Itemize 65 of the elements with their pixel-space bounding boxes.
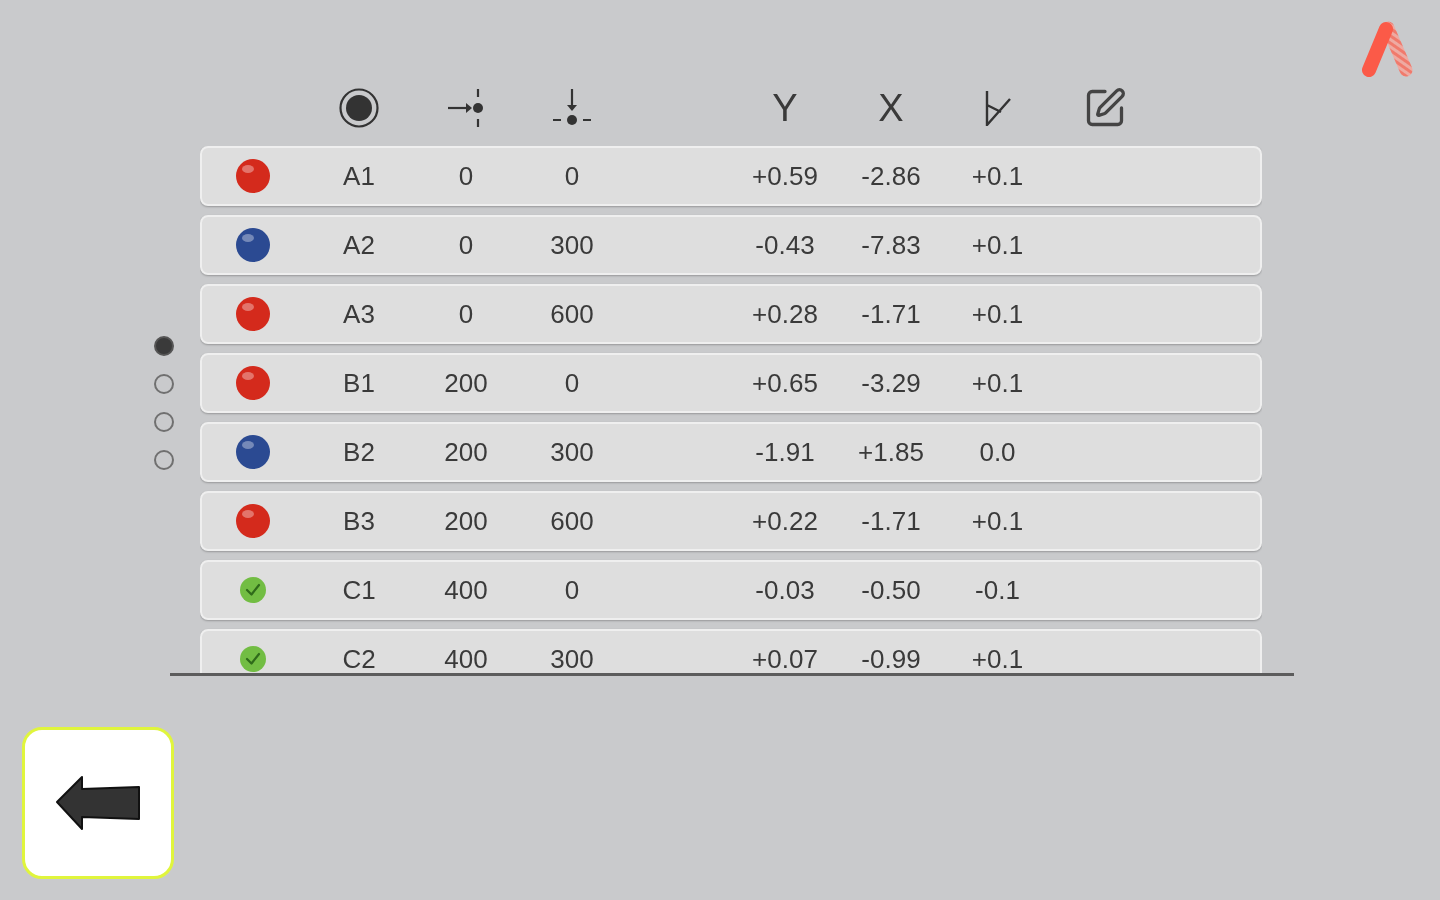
table-cell: -1.71 — [861, 508, 921, 534]
table-cell: 200 — [444, 370, 488, 396]
logo-icon — [1360, 20, 1414, 78]
table-cell: +0.1 — [971, 301, 1024, 327]
target-icon — [339, 88, 379, 128]
table-cell: A1 — [343, 163, 375, 189]
table-cell: B1 — [343, 370, 375, 396]
table-cell: -0.99 — [861, 646, 921, 672]
table-row[interactable]: B1 200 0 +0.65 -3.29 +0.1 — [200, 353, 1262, 413]
table-cell: 0 — [564, 577, 580, 603]
table-cell: -0.03 — [755, 577, 815, 603]
table-row[interactable]: C2 400 300 +0.07 -0.99 +0.1 — [200, 629, 1262, 673]
table-row[interactable]: A1 0 0 +0.59 -2.86 +0.1 — [200, 146, 1262, 206]
table-row[interactable]: A3 0 600 +0.28 -1.71 +0.1 — [200, 284, 1262, 344]
table-cell: 400 — [444, 646, 488, 672]
table-cell: +0.1 — [971, 370, 1024, 396]
table-cell: 0 — [458, 232, 474, 258]
right-arrow-dot-icon — [446, 88, 486, 128]
table-cell: 0 — [458, 301, 474, 327]
column-header: Y — [772, 89, 798, 127]
table-cell: -7.83 — [861, 232, 921, 258]
table-cell: -1.91 — [755, 439, 815, 465]
table-cell: +0.22 — [752, 508, 818, 534]
table-cell: -0.50 — [861, 577, 921, 603]
table-cell: B2 — [343, 439, 375, 465]
table-cell: 0 — [564, 370, 580, 396]
table-cell: 300 — [550, 439, 594, 465]
table-cell: -1.71 — [861, 301, 921, 327]
table-cell: -0.43 — [755, 232, 815, 258]
table-cell: +0.1 — [971, 232, 1024, 258]
table-cell: 0 — [458, 163, 474, 189]
table-row[interactable]: A2 0 300 -0.43 -7.83 +0.1 — [200, 215, 1262, 275]
down-arrow-dot-icon — [552, 88, 592, 128]
back-button[interactable] — [22, 727, 174, 879]
table-cell: 300 — [550, 646, 594, 672]
table-cell: -2.86 — [861, 163, 921, 189]
table-row[interactable]: B3 200 600 +0.22 -1.71 +0.1 — [200, 491, 1262, 551]
table-cell: B3 — [343, 508, 375, 534]
table-cell: 200 — [444, 439, 488, 465]
table-cell: C2 — [342, 646, 376, 672]
table-row[interactable]: B2 200 300 -1.91 +1.85 0.0 — [200, 422, 1262, 482]
table-cell: -3.29 — [861, 370, 921, 396]
table-cell: -0.1 — [975, 577, 1020, 603]
table-row[interactable]: C1 400 0 -0.03 -0.50 -0.1 — [200, 560, 1262, 620]
table-cell: C1 — [342, 577, 376, 603]
table-cell: 400 — [444, 577, 488, 603]
table-cell: 300 — [550, 232, 594, 258]
angle-icon — [983, 90, 1012, 126]
table-cell: +0.59 — [752, 163, 818, 189]
table-cell: 600 — [550, 301, 594, 327]
table-cell: 0 — [564, 163, 580, 189]
table-cell: A2 — [343, 232, 375, 258]
table-cell: A3 — [343, 301, 375, 327]
table-cell: +0.65 — [752, 370, 818, 396]
left-arrow-icon — [55, 775, 141, 831]
table-cell: 0.0 — [979, 439, 1016, 465]
table-cell: 600 — [550, 508, 594, 534]
table-cell: 200 — [444, 508, 488, 534]
table-cell: +0.28 — [752, 301, 818, 327]
table-cell: +0.1 — [971, 646, 1024, 672]
table-cell: +1.85 — [858, 439, 924, 465]
column-header: X — [878, 89, 904, 127]
table-cell: +0.1 — [971, 163, 1024, 189]
table-cell: +0.1 — [971, 508, 1024, 534]
table-cell: +0.07 — [752, 646, 818, 672]
